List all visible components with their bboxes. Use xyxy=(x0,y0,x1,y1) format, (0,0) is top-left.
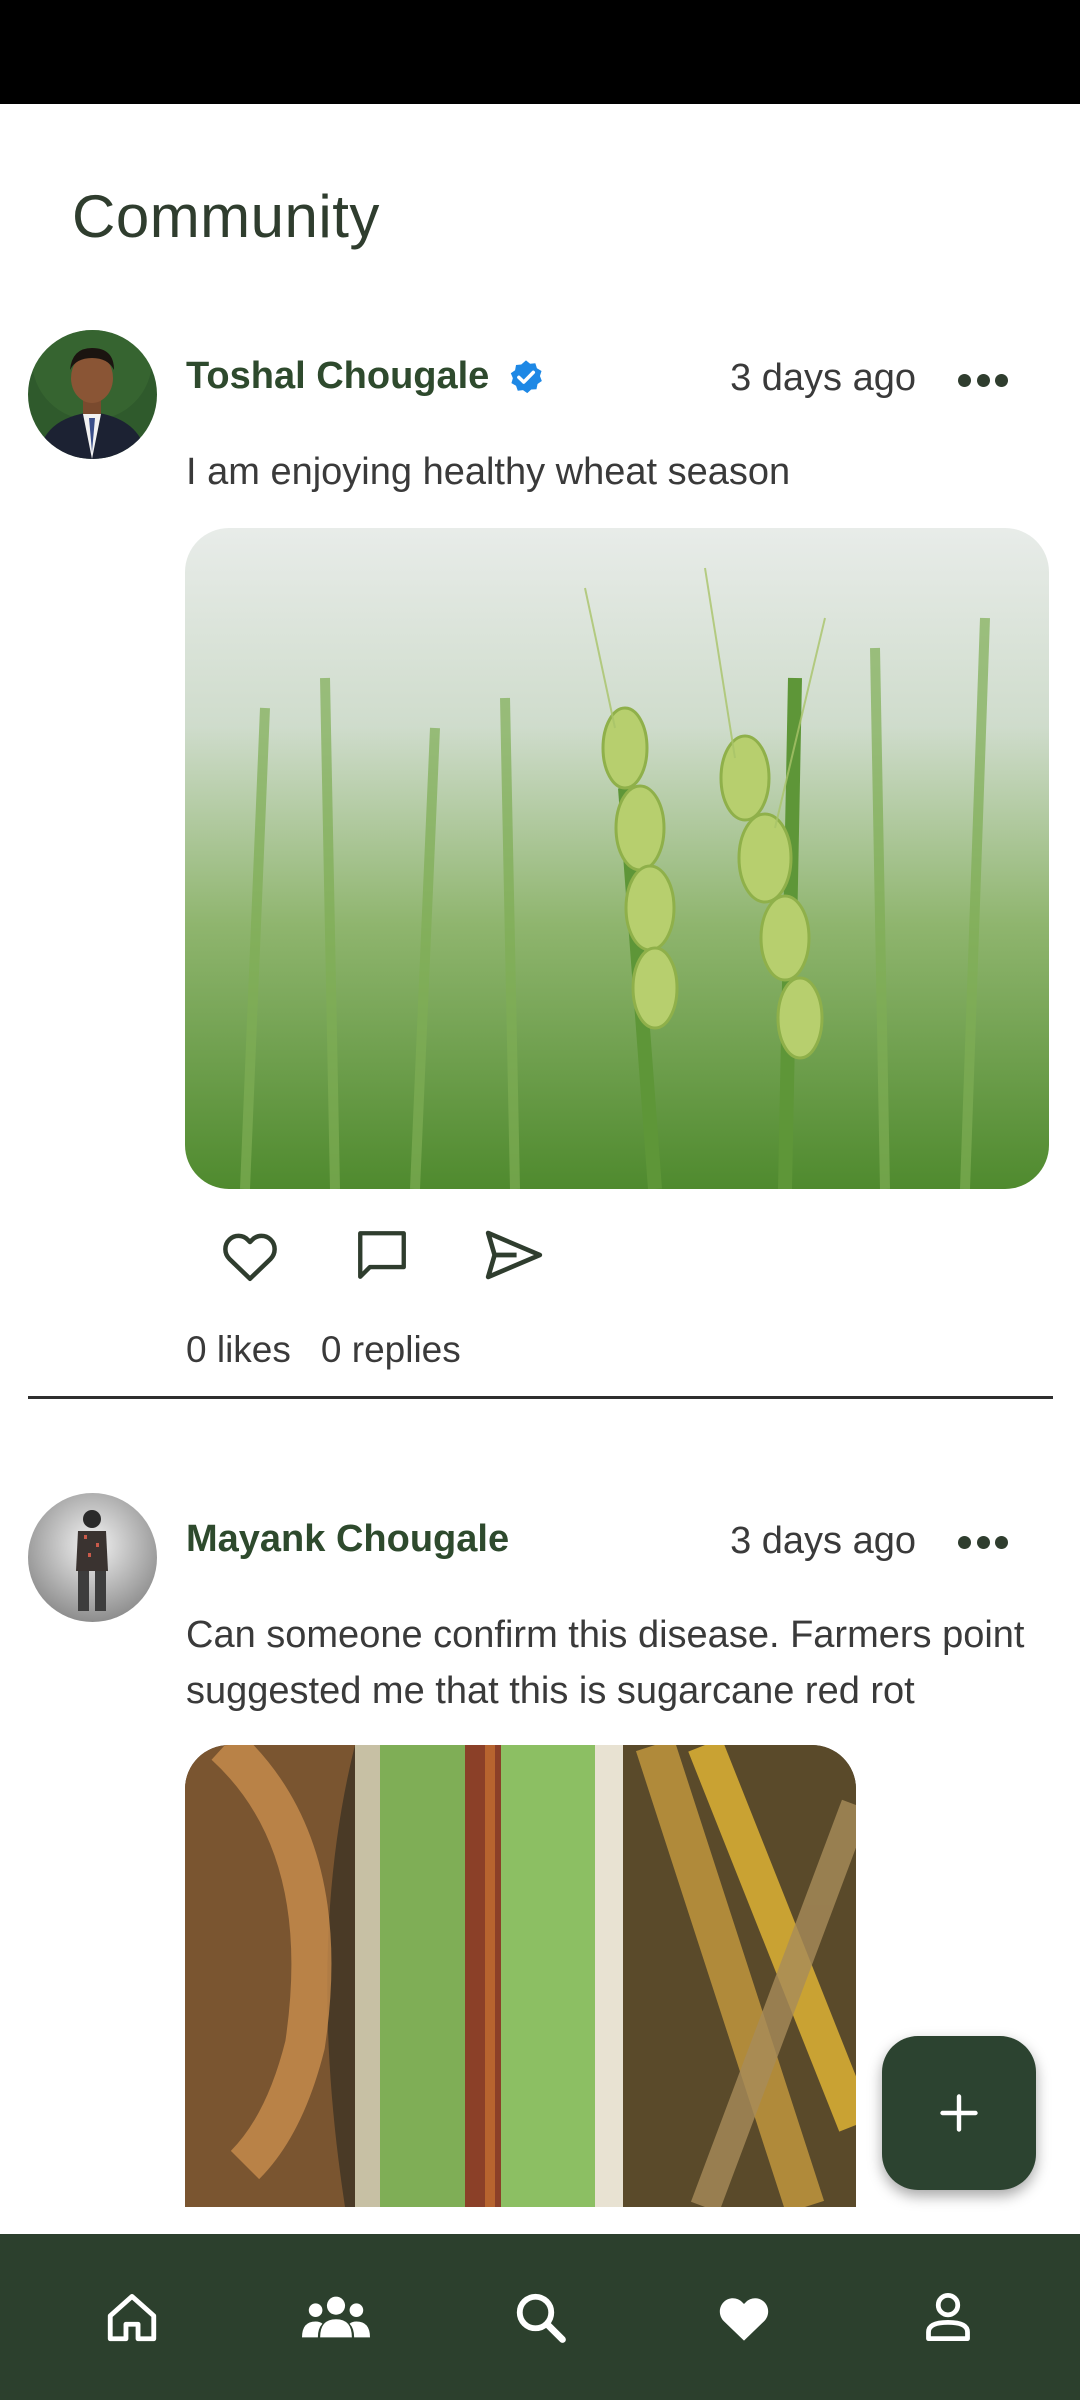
nav-favorites[interactable] xyxy=(699,2272,789,2362)
author-name: Toshal Chougale xyxy=(186,355,490,397)
post-time: 3 days ago xyxy=(730,357,916,399)
nav-search[interactable] xyxy=(495,2272,585,2362)
likes-count[interactable]: 0 likes xyxy=(186,1329,291,1371)
more-options-icon[interactable] xyxy=(958,1534,1008,1550)
heart-icon xyxy=(719,2298,769,2341)
nav-profile[interactable] xyxy=(903,2272,993,2362)
search-icon xyxy=(516,2293,566,2343)
verified-badge-icon xyxy=(511,359,543,393)
post-image[interactable] xyxy=(185,528,1049,1189)
avatar[interactable] xyxy=(28,1493,157,1622)
bottom-navigation xyxy=(0,2234,1080,2400)
post-author[interactable]: Mayank Chougale xyxy=(186,1518,509,1561)
avatar[interactable] xyxy=(28,330,157,459)
home-icon xyxy=(107,2294,157,2342)
community-icon xyxy=(302,2296,370,2338)
post-divider xyxy=(28,1396,1053,1399)
author-name: Mayank Chougale xyxy=(186,1518,510,1560)
post-author[interactable]: Toshal Chougale xyxy=(186,355,545,398)
post-time: 3 days ago xyxy=(730,1520,916,1562)
profile-icon xyxy=(926,2292,970,2342)
reply-icon[interactable] xyxy=(350,1223,414,1287)
page-title: Community xyxy=(72,183,380,250)
plus-icon xyxy=(940,2094,978,2132)
nav-home[interactable] xyxy=(87,2272,177,2362)
post-image[interactable] xyxy=(185,1745,856,2207)
nav-community[interactable] xyxy=(291,2272,381,2362)
new-post-button[interactable] xyxy=(882,2036,1036,2190)
share-icon[interactable] xyxy=(482,1223,546,1287)
post-text: I am enjoying healthy wheat season xyxy=(186,451,791,493)
post-text: Can someone confirm this disease. Farmer… xyxy=(186,1614,1025,1712)
replies-count[interactable]: 0 replies xyxy=(321,1329,461,1371)
status-bar xyxy=(0,0,1080,104)
more-options-icon[interactable] xyxy=(958,372,1008,388)
post-actions xyxy=(218,1223,546,1287)
like-icon[interactable] xyxy=(218,1223,282,1287)
post-stats: 0 likes 0 replies xyxy=(186,1329,461,1371)
